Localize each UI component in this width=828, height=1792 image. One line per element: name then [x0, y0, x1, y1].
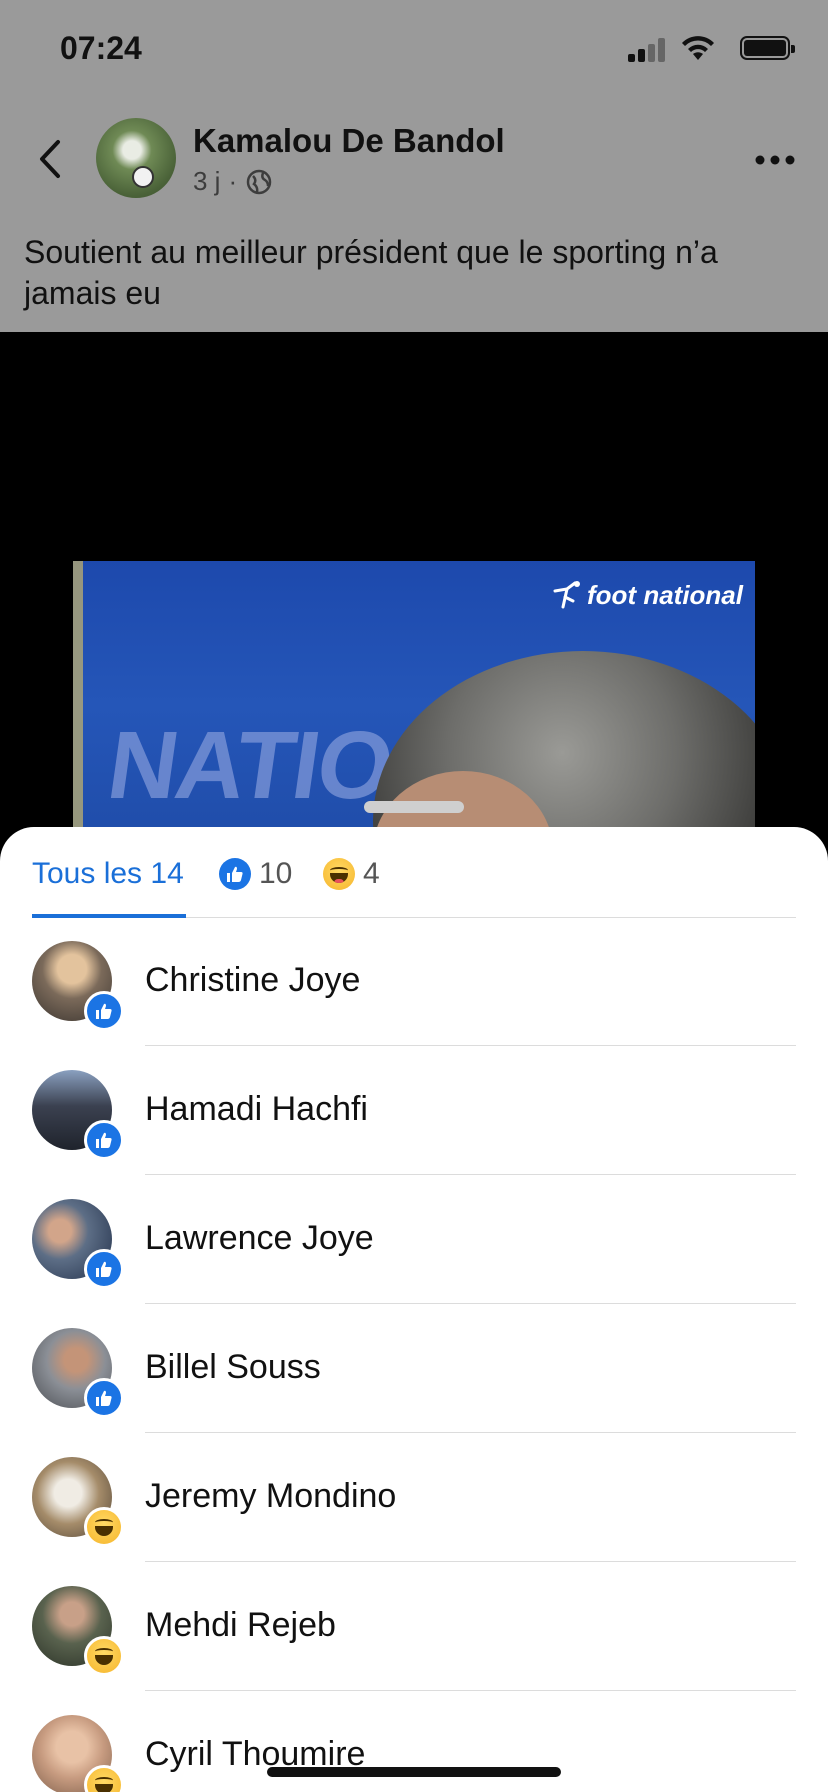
- tab-haha-count: 4: [363, 857, 380, 890]
- like-badge-icon: [84, 991, 124, 1031]
- back-button[interactable]: [30, 134, 70, 184]
- meta-separator: ·: [228, 166, 238, 196]
- haha-badge-icon: [84, 1765, 124, 1792]
- reactor-name[interactable]: Christine Joye: [145, 961, 360, 1000]
- status-icons: [594, 34, 795, 64]
- runner-icon: [553, 581, 581, 609]
- list-item[interactable]: Christine Joye: [0, 917, 828, 1046]
- like-badge-icon: [84, 1120, 124, 1160]
- haha-badge-icon: [84, 1507, 124, 1547]
- list-item[interactable]: Mehdi Rejeb: [0, 1562, 828, 1691]
- post-meta: 3 j ·: [193, 166, 273, 197]
- reactor-name[interactable]: Billel Souss: [145, 1348, 321, 1387]
- haha-icon: [323, 858, 355, 890]
- haha-badge-icon: [84, 1636, 124, 1676]
- status-time: 07:24: [60, 30, 142, 66]
- tab-all-label: Tous les 14: [32, 857, 184, 890]
- reaction-tabs: Tous les 14 10 4: [32, 827, 796, 918]
- reactor-name[interactable]: Jeremy Mondino: [145, 1477, 396, 1516]
- post-time: 3 j: [193, 166, 221, 196]
- post-text: Soutient au meilleur président que le sp…: [24, 234, 718, 311]
- globe-icon: [246, 169, 272, 194]
- signal-icon: [628, 38, 668, 62]
- tab-all[interactable]: Tous les 14: [32, 857, 184, 891]
- tab-like[interactable]: 10: [219, 857, 292, 891]
- post-header-area: 07:24 Kamalou De Bandol 3 j · Soutient a…: [0, 0, 828, 332]
- watermark-text: foot national: [587, 579, 743, 610]
- more-options-button[interactable]: [754, 154, 796, 166]
- like-badge-icon: [84, 1378, 124, 1418]
- like-icon: [219, 858, 251, 890]
- author-avatar[interactable]: [96, 118, 176, 198]
- list-item[interactable]: Billel Souss: [0, 1304, 828, 1433]
- like-badge-icon: [84, 1249, 124, 1289]
- reactions-sheet: Tous les 14 10 4 Christine Joye Hamadi H…: [0, 827, 828, 1792]
- wifi-icon: [682, 36, 714, 60]
- home-indicator[interactable]: [267, 1767, 561, 1777]
- list-item[interactable]: Jeremy Mondino: [0, 1433, 828, 1562]
- list-item[interactable]: Hamadi Hachfi: [0, 1046, 828, 1175]
- reactor-list: Christine Joye Hamadi Hachfi Lawrence Jo…: [0, 917, 828, 1792]
- tab-like-count: 10: [259, 857, 293, 890]
- reactor-name[interactable]: Hamadi Hachfi: [145, 1090, 368, 1129]
- image-background-text: NATIO: [101, 712, 399, 819]
- author-name[interactable]: Kamalou De Bandol: [193, 122, 505, 160]
- list-item[interactable]: Lawrence Joye: [0, 1175, 828, 1304]
- reactor-name[interactable]: Mehdi Rejeb: [145, 1606, 336, 1645]
- image-watermark: foot national: [551, 579, 743, 611]
- sheet-drag-handle[interactable]: [364, 801, 464, 813]
- reactor-name[interactable]: Lawrence Joye: [145, 1219, 374, 1258]
- battery-icon: [740, 36, 795, 60]
- tab-haha[interactable]: 4: [323, 857, 380, 891]
